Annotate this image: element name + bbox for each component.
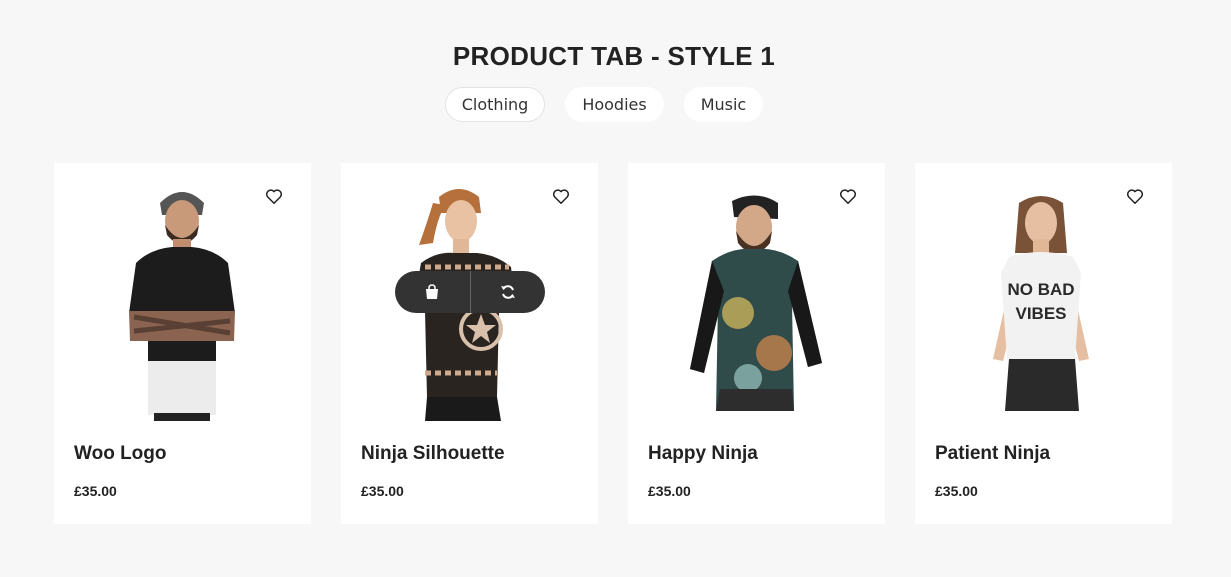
product-image[interactable] — [54, 183, 311, 423]
product-card[interactable]: Happy Ninja £35.00 — [628, 163, 885, 524]
product-price: £35.00 — [935, 483, 978, 499]
product-name[interactable]: Ninja Silhouette — [361, 443, 505, 465]
product-price: £35.00 — [74, 483, 117, 499]
shirt-lower — [148, 361, 216, 415]
compare-button[interactable] — [471, 271, 546, 313]
product-image[interactable]: NO BAD VIBES — [915, 183, 1172, 423]
product-card[interactable]: Woo Logo £35.00 — [54, 163, 311, 524]
product-name[interactable]: Woo Logo — [74, 443, 167, 465]
refresh-icon — [500, 285, 515, 299]
product-hover-actions — [395, 271, 545, 313]
product-card[interactable]: Ninja Silhouette £35.00 — [341, 163, 598, 524]
shirt-lower — [716, 389, 794, 411]
product-price: £35.00 — [648, 483, 691, 499]
add-to-cart-button[interactable] — [395, 271, 470, 313]
product-grid: Woo Logo £35.00 Ninja Silhouette £35.00 … — [54, 163, 1172, 524]
shirt-text-line2: VIBES — [1015, 304, 1066, 323]
product-tab-section: PRODUCT TAB - STYLE 1 Clothing Hoodies M… — [0, 0, 1231, 577]
shirt-lower — [1005, 359, 1079, 411]
section-title: PRODUCT TAB - STYLE 1 — [452, 41, 776, 71]
shirt-text-line1: NO BAD — [1007, 280, 1074, 299]
shirt-lower — [425, 397, 501, 421]
tab-clothing[interactable]: Clothing — [444, 87, 546, 122]
product-price: £35.00 — [361, 483, 404, 499]
category-tabs: Clothing Hoodies Music — [0, 87, 1208, 122]
tab-hoodies[interactable]: Hoodies — [565, 87, 664, 122]
product-image[interactable] — [628, 183, 885, 423]
tab-music[interactable]: Music — [683, 87, 764, 122]
product-card[interactable]: NO BAD VIBES Patient Ninja £35.00 — [915, 163, 1172, 524]
shopping-bag-icon — [426, 284, 439, 299]
product-name[interactable]: Happy Ninja — [648, 443, 758, 465]
product-name[interactable]: Patient Ninja — [935, 443, 1050, 465]
